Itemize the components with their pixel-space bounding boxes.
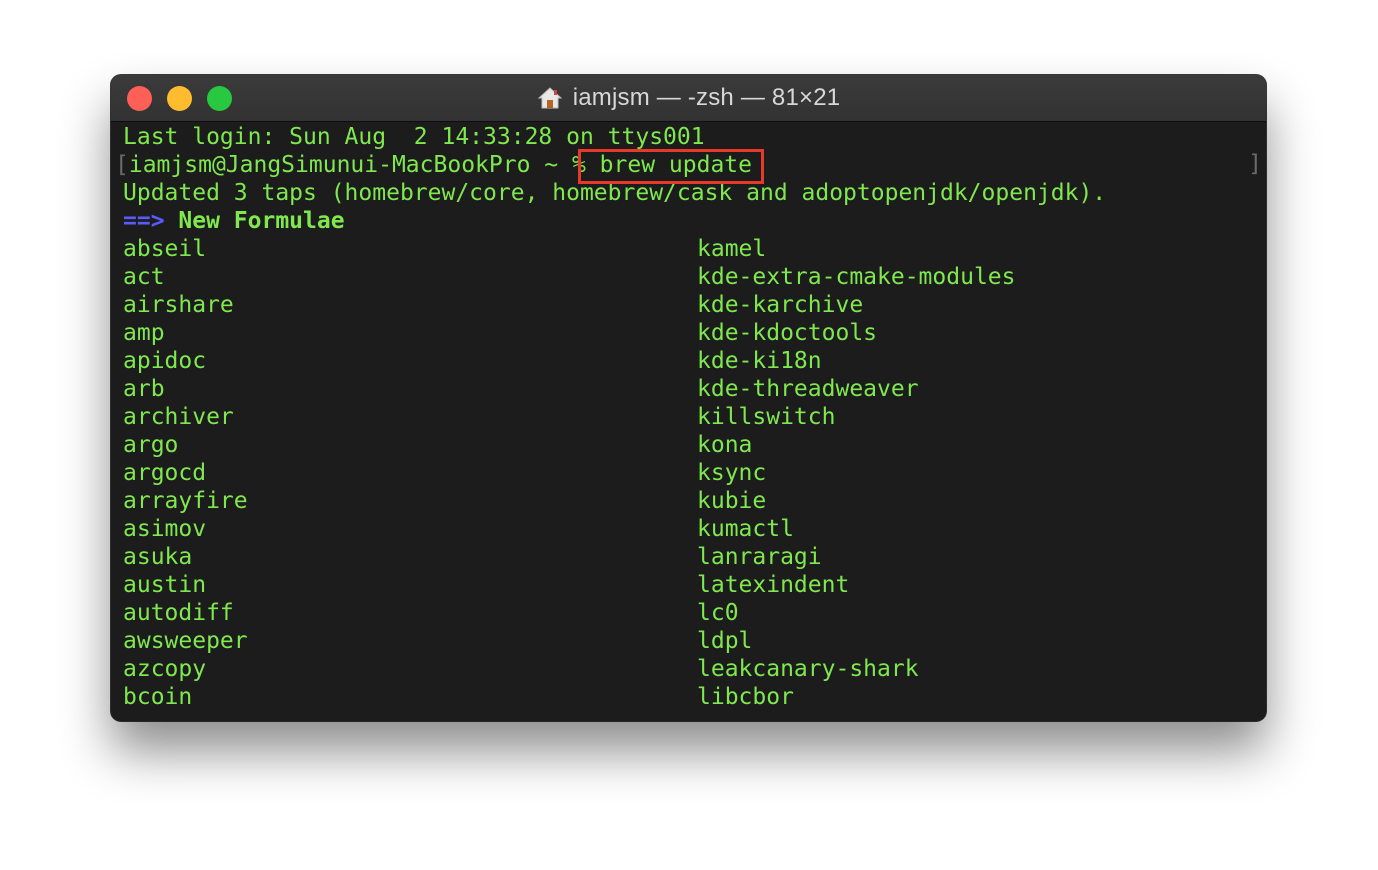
- section-title: New Formulae: [178, 208, 345, 234]
- formula-item: azcopy: [123, 656, 207, 682]
- formula-item: apidoc: [123, 348, 207, 374]
- formula-item: kumactl: [697, 516, 794, 542]
- formula-item: amp: [123, 320, 165, 346]
- formula-item: arrayfire: [123, 488, 248, 514]
- command-highlight-box: [578, 149, 764, 184]
- prompt-bracket-left: [: [115, 152, 129, 178]
- formula-item: kde-ki18n: [697, 348, 822, 374]
- formula-item: arb: [123, 376, 165, 402]
- formula-item: kde-kdoctools: [697, 320, 878, 346]
- formula-item: ldpl: [697, 628, 753, 654]
- formula-item: kamel: [697, 236, 767, 262]
- window-title-text: iamjsm — -zsh — 81×21: [572, 84, 841, 111]
- formula-item: kde-extra-cmake-modules: [697, 264, 1016, 290]
- formula-item: lc0: [697, 600, 739, 626]
- formula-item: asuka: [123, 544, 193, 570]
- formula-item: lanraragi: [697, 544, 822, 570]
- prompt-bracket-right: ]: [1248, 151, 1262, 177]
- formula-item: argocd: [123, 460, 207, 486]
- last-login-line: Last login: Sun Aug 2 14:33:28 on ttys00…: [123, 124, 705, 150]
- formula-item: killswitch: [697, 404, 836, 430]
- formula-item: latexindent: [697, 572, 850, 598]
- formula-item: austin: [123, 572, 207, 598]
- formula-item: kde-karchive: [697, 292, 864, 318]
- formula-item: leakcanary-shark: [697, 656, 919, 682]
- formula-item: archiver: [123, 404, 234, 430]
- section-header: ==> New Formulae: [123, 207, 345, 235]
- formula-item: kona: [697, 432, 753, 458]
- terminal-window: iamjsm — -zsh — 81×21 Last login: Sun Au…: [111, 75, 1266, 721]
- formula-item: airshare: [123, 292, 234, 318]
- formula-item: act: [123, 264, 165, 290]
- formula-item: argo: [123, 432, 179, 458]
- formula-item: asimov: [123, 516, 207, 542]
- formula-item: ksync: [697, 460, 767, 486]
- title-bar[interactable]: iamjsm — -zsh — 81×21: [111, 75, 1266, 122]
- prompt-text: iamjsm@JangSimunui-MacBookPro ~ %: [128, 152, 600, 178]
- formula-item: autodiff: [123, 600, 234, 626]
- formula-item: bcoin: [123, 684, 193, 710]
- formula-item: kde-threadweaver: [697, 376, 919, 402]
- formula-item: libcbor: [697, 684, 794, 710]
- home-icon: [537, 87, 562, 109]
- terminal-content[interactable]: Last login: Sun Aug 2 14:33:28 on ttys00…: [111, 122, 1266, 721]
- section-arrow: ==>: [123, 208, 165, 234]
- formula-item: kubie: [697, 488, 767, 514]
- window-title: iamjsm — -zsh — 81×21: [111, 75, 1266, 121]
- formula-item: abseil: [123, 236, 207, 262]
- formula-item: awsweeper: [123, 628, 248, 654]
